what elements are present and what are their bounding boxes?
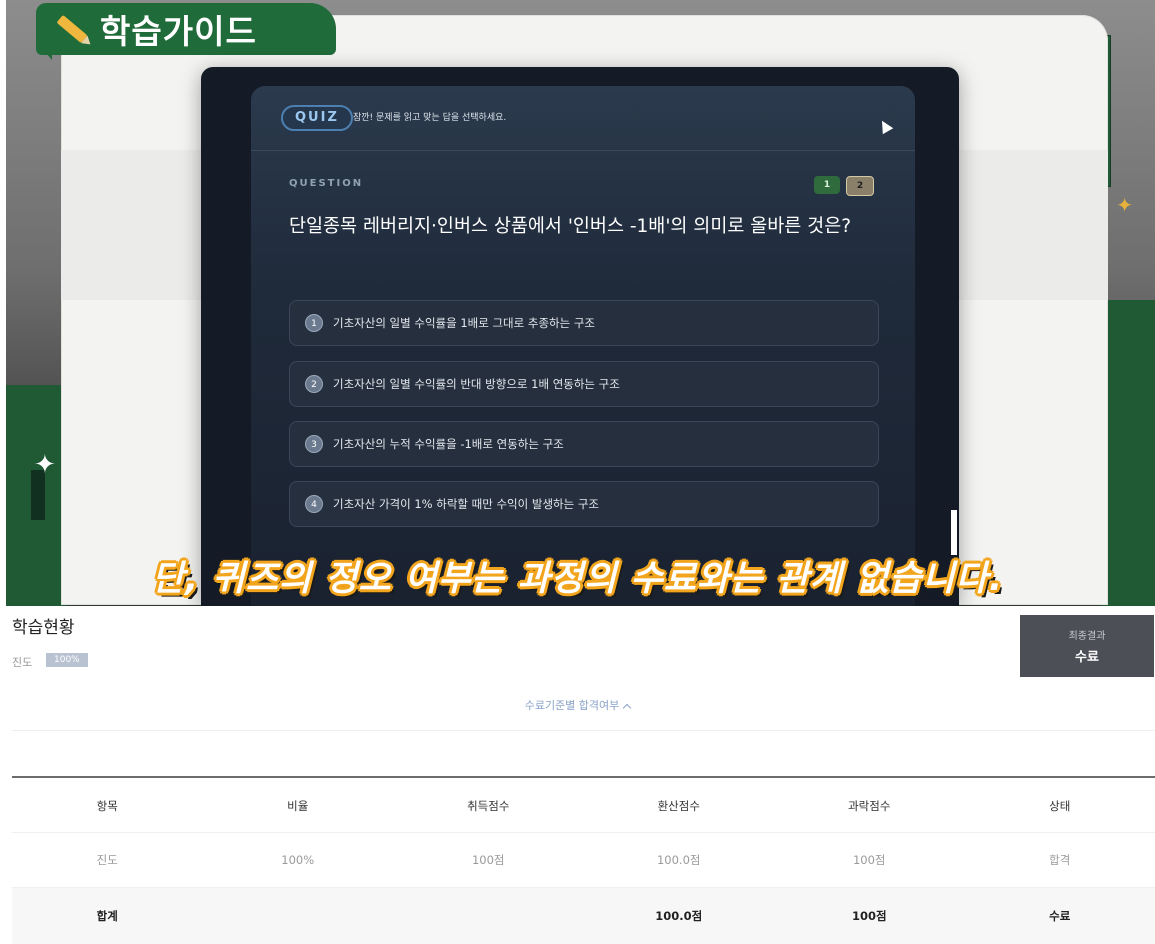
table-cell: 진도 [12,833,203,888]
video-subtitle: 단, 퀴즈의 정오 여부는 과정의 수료와는 관계 없습니다. [0,550,1155,601]
criteria-table: 항목 비율 취득점수 환산점수 과락점수 상태 진도 100% 100점 100… [12,780,1155,944]
header-ratio: 비율 [203,780,394,833]
table-total-row: 합계 100.0점 100점 수료 [12,888,1155,944]
total-cell: 100.0점 [584,888,775,944]
tablet-edge [951,510,957,555]
total-cell: 합계 [12,888,203,944]
table-cell: 100점 [393,833,584,888]
table-row: 진도 100% 100점 100.0점 100점 합격 [12,833,1155,888]
total-cell [393,888,584,944]
table-cell: 100점 [774,833,965,888]
final-result-value: 수료 [1020,646,1154,665]
table-cell: 100% [203,833,394,888]
total-cell: 100점 [774,888,965,944]
table-top-border [12,776,1155,778]
option-number: 1 [305,314,323,332]
option-text: 기초자산의 일별 수익률의 반대 방향으로 1배 연동하는 구조 [333,376,620,392]
option-text: 기초자산 가격이 1% 하락할 때만 수익이 발생하는 구조 [333,496,599,512]
option-text: 기초자산의 일별 수익률을 1배로 그대로 추종하는 구조 [333,315,595,331]
answer-option-1[interactable]: 1 기초자산의 일별 수익률을 1배로 그대로 추종하는 구조 [289,300,879,346]
option-number: 2 [305,375,323,393]
answer-option-3[interactable]: 3 기초자산의 누적 수익률을 -1배로 연동하는 구조 [289,421,879,467]
progress-badge: 100% [46,653,88,667]
quiz-page-2-button[interactable]: 2 [846,176,874,196]
quiz-page-1-button[interactable]: 1 [814,176,840,194]
option-number: 3 [305,435,323,453]
quiz-badge: QUIZ [281,105,353,131]
sparkle-icon: ✦ [1116,195,1133,215]
table-cell: 합격 [965,833,1155,888]
divider [12,730,1155,731]
option-number: 4 [305,495,323,513]
quiz-header: QUIZ 잠깐! 문제를 읽고 맞는 답을 선택하세요. [251,86,915,151]
total-cell [203,888,394,944]
header-fail-score: 과락점수 [774,780,965,833]
status-title: 학습현황 [12,613,75,638]
header-item: 항목 [12,780,203,833]
option-text: 기초자산의 누적 수익률을 -1배로 연동하는 구조 [333,436,564,452]
question-label: QUESTION [289,178,363,189]
header-earned-score: 취득점수 [393,780,584,833]
final-result-label: 최종결과 [1020,627,1154,642]
pencil-icon [57,15,88,43]
criteria-toggle-label: 수료기준별 합격여부 [525,699,620,712]
final-result-box: 최종결과 수료 [1020,615,1154,677]
table-cell: 100.0점 [584,833,775,888]
answer-option-2[interactable]: 2 기초자산의 일별 수익률의 반대 방향으로 1배 연동하는 구조 [289,361,879,407]
video-player[interactable]: ✦ ✦ 학습가이드 QUIZ 잠깐! 문제를 읽고 맞는 답을 선택하세요. Q… [6,0,1155,606]
quiz-instruction: 잠깐! 문제를 읽고 맞는 답을 선택하세요. [353,110,506,123]
sparkle-icon: ✦ [34,452,56,478]
total-cell: 수료 [965,888,1155,944]
answer-option-4[interactable]: 4 기초자산 가격이 1% 하락할 때만 수익이 발생하는 구조 [289,481,879,527]
criteria-toggle[interactable]: 수료기준별 합격여부 [0,697,1155,713]
learning-guide-tab: 학습가이드 [36,3,336,55]
question-text: 단일종목 레버리지·인버스 상품에서 '인버스 -1배'의 의미로 올바른 것은… [289,208,889,246]
guide-title: 학습가이드 [100,5,257,53]
header-converted-score: 환산점수 [584,780,775,833]
quiz-card: QUIZ 잠깐! 문제를 읽고 맞는 답을 선택하세요. QUESTION 1 … [251,86,915,606]
mouse-cursor-icon [877,118,893,134]
header-status: 상태 [965,780,1155,833]
progress-label: 진도 [12,654,32,670]
chevron-up-icon [623,704,631,712]
table-header-row: 항목 비율 취득점수 환산점수 과락점수 상태 [12,780,1155,833]
